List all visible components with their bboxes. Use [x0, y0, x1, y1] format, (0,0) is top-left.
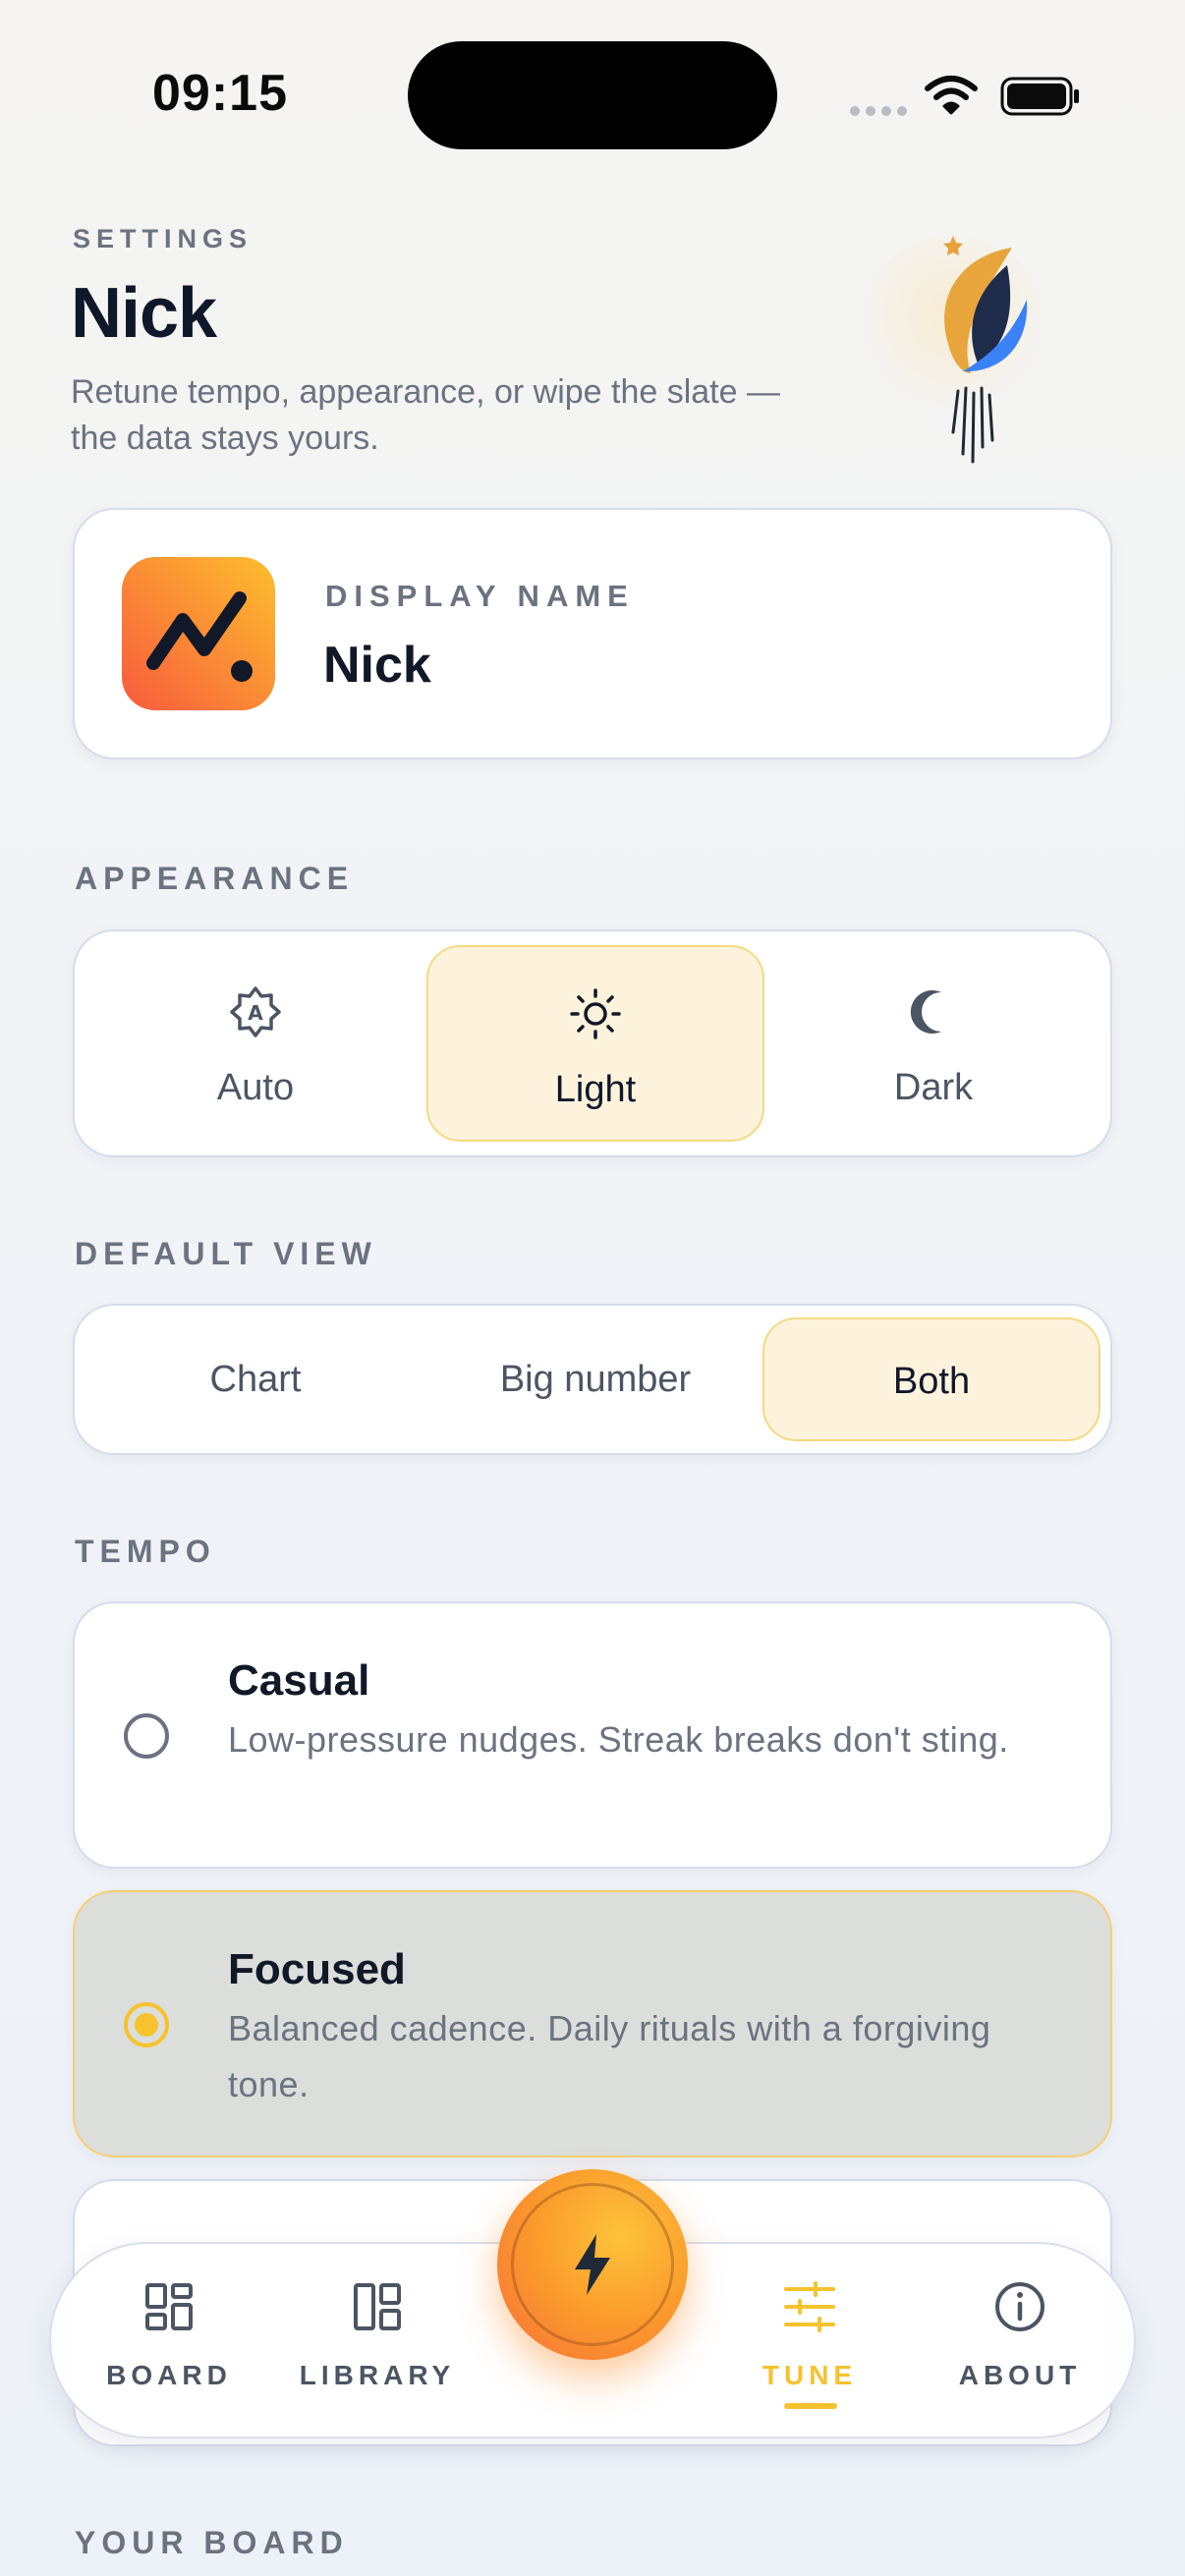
default-view-segmented-control: Chart Big number Both	[73, 1304, 1112, 1455]
nav-item-board-label: BOARD	[106, 2360, 232, 2390]
auto-theme-icon: A	[230, 986, 281, 1037]
dynamic-island	[408, 41, 777, 149]
wifi-icon	[925, 76, 978, 115]
tempo-option-casual[interactable]: Casual Low-pressure nudges. Streak break…	[73, 1601, 1112, 1869]
default-view-option-big-number-label: Big number	[499, 1359, 692, 1400]
display-name-card[interactable]: DISPLAY NAME Nick	[73, 508, 1112, 759]
nav-item-tune-label: TUNE	[762, 2360, 858, 2390]
status-bar: 09:15	[0, 0, 1185, 196]
tempo-focused-description: Balanced cadence. Daily rituals with a f…	[228, 2008, 991, 2104]
tempo-casual-title: Casual	[228, 1656, 370, 1705]
display-name-label: DISPLAY NAME	[325, 579, 635, 613]
default-view-option-both-label: Both	[892, 1361, 971, 1402]
nav-active-indicator	[784, 2403, 837, 2409]
tempo-section-label: TEMPO	[75, 1534, 216, 1569]
nav-item-board[interactable]: BOARD	[71, 2244, 267, 2440]
nav-item-about-label: ABOUT	[958, 2360, 1082, 2390]
appearance-segmented-control: A Auto Light Dark	[73, 929, 1112, 1157]
info-icon	[995, 2282, 1044, 2331]
your-board-section-label: YOUR BOARD	[75, 2525, 349, 2560]
tempo-casual-description: Low-pressure nudges. Streak breaks don't…	[228, 1719, 1009, 1760]
tempo-option-focused[interactable]: Focused Balanced cadence. Daily rituals …	[73, 1890, 1112, 2157]
tempo-casual-radio[interactable]	[124, 1713, 169, 1759]
flame-logo-icon	[855, 236, 1051, 464]
page-title: Nick	[71, 274, 217, 353]
nav-item-library-label: LIBRARY	[299, 2360, 456, 2390]
appearance-section-label: APPEARANCE	[75, 861, 355, 896]
default-view-option-chart[interactable]: Chart	[88, 1317, 423, 1441]
sliders-icon	[784, 2281, 835, 2332]
appearance-option-light[interactable]: Light	[426, 945, 764, 1142]
library-icon	[354, 2283, 401, 2330]
page-eyebrow: SETTINGS	[73, 224, 254, 253]
appearance-option-dark[interactable]: Dark	[766, 945, 1100, 1142]
cellular-signal-icon	[850, 103, 913, 121]
display-name-value[interactable]: Nick	[323, 636, 431, 695]
nav-item-library[interactable]: LIBRARY	[279, 2244, 476, 2440]
default-view-option-both[interactable]: Both	[762, 1317, 1100, 1441]
status-time: 09:15	[152, 65, 288, 122]
board-icon	[145, 2283, 193, 2330]
page-subtitle: Retune tempo, appearance, or wipe the sl…	[71, 373, 780, 457]
nav-item-tune[interactable]: TUNE	[711, 2244, 908, 2440]
tempo-focused-radio[interactable]	[124, 2002, 169, 2047]
nav-item-about[interactable]: ABOUT	[922, 2244, 1118, 2440]
lightning-icon	[575, 2234, 610, 2295]
appearance-option-light-label: Light	[554, 1069, 637, 1110]
battery-icon	[1000, 77, 1079, 116]
moon-icon	[910, 990, 941, 1034]
default-view-option-big-number[interactable]: Big number	[426, 1317, 764, 1441]
quick-action-button[interactable]	[497, 2169, 688, 2360]
appearance-option-dark-label: Dark	[893, 1067, 974, 1108]
svg-text:A: A	[248, 1001, 263, 1025]
default-view-option-chart-label: Chart	[209, 1359, 302, 1400]
app-icon	[122, 557, 275, 710]
sun-icon	[570, 988, 621, 1039]
tempo-focused-title: Focused	[228, 1945, 406, 1993]
appearance-option-auto[interactable]: A Auto	[88, 945, 423, 1142]
default-view-section-label: DEFAULT VIEW	[75, 1236, 377, 1271]
appearance-option-auto-label: Auto	[216, 1067, 295, 1108]
